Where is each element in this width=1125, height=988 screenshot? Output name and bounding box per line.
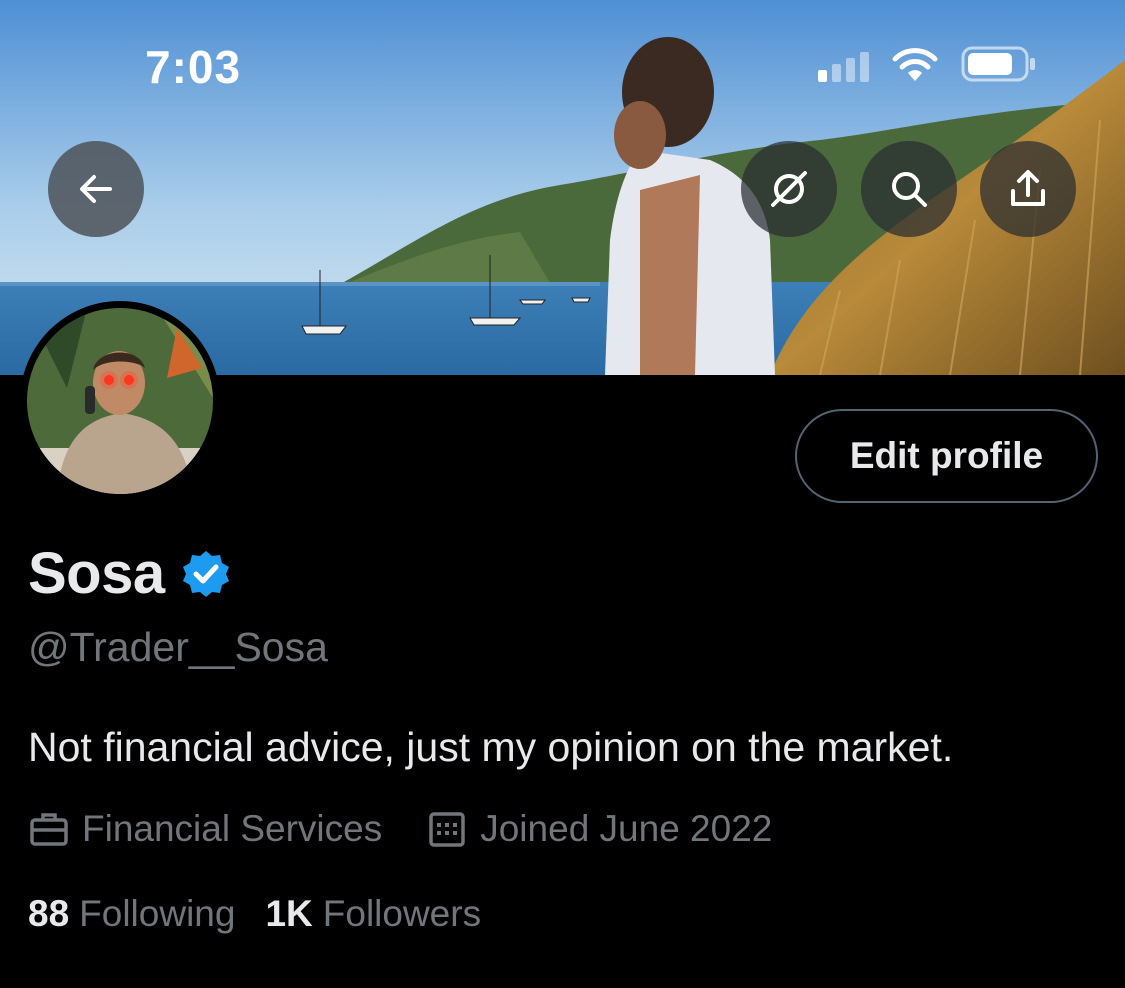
name-row: Sosa [28, 540, 231, 607]
arrow-left-icon [80, 175, 112, 203]
status-time: 7:03 [145, 41, 242, 93]
search-button[interactable] [861, 141, 957, 237]
profile-meta: Financial Services Joined June 2022 [28, 808, 772, 850]
followers-link[interactable]: 1K Followers [265, 893, 481, 935]
wifi-icon [891, 48, 939, 82]
status-icons [818, 46, 1037, 82]
grok-icon [771, 171, 807, 207]
profile-bio: Not financial advice, just my opinion on… [28, 724, 954, 770]
back-button[interactable] [48, 141, 144, 237]
followers-label: Followers [322, 893, 482, 934]
grok-button[interactable] [741, 141, 837, 237]
share-button[interactable] [980, 141, 1076, 237]
follow-stats: 88 Following 1K Followers [28, 893, 481, 935]
briefcase-icon [30, 813, 68, 846]
avatar-image [27, 308, 213, 494]
followers-count: 1K [265, 893, 313, 934]
following-link[interactable]: 88 Following [28, 893, 235, 935]
joined-label: Joined June 2022 [480, 808, 773, 849]
following-count: 88 [28, 893, 70, 934]
share-icon [1011, 170, 1045, 206]
user-handle: @Trader__Sosa [28, 624, 328, 670]
edit-profile-button[interactable]: Edit profile [795, 409, 1098, 503]
following-label: Following [79, 893, 236, 934]
profile-screen: 7:03 Edit profile Sosa @Trader__Sosa Not… [0, 0, 1125, 988]
cellular-signal-icon [818, 50, 869, 82]
verified-badge-icon[interactable] [181, 549, 231, 599]
category-item: Financial Services [28, 808, 382, 850]
search-icon [892, 172, 927, 207]
profile-avatar[interactable] [20, 301, 220, 501]
calendar-icon [429, 812, 465, 847]
joined-item: Joined June 2022 [426, 808, 772, 850]
category-label[interactable]: Financial Services [82, 808, 382, 850]
display-name: Sosa [28, 541, 165, 606]
battery-icon [961, 46, 1037, 82]
